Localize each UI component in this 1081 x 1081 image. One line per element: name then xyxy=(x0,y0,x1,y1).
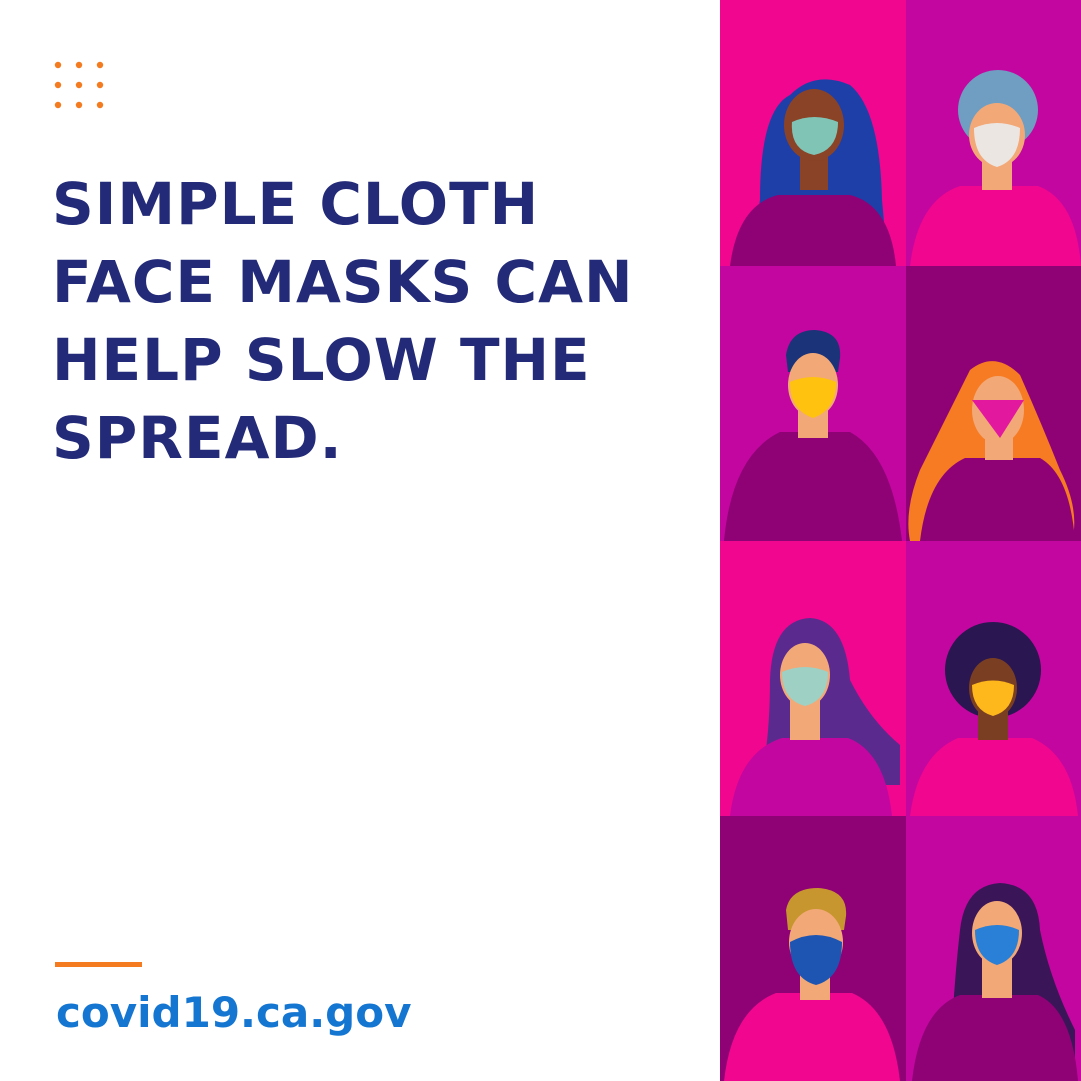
website-link[interactable]: covid19.ca.gov xyxy=(56,985,411,1041)
decorative-dot-grid-icon xyxy=(54,61,104,109)
headline-line: SPREAD. xyxy=(52,404,343,472)
headline-line: SIMPLE CLOTH xyxy=(52,170,540,238)
accent-divider xyxy=(55,962,142,967)
headline-line: FACE MASKS CAN xyxy=(52,248,634,316)
headline-line: HELP SLOW THE xyxy=(52,326,591,394)
headline: SIMPLE CLOTH FACE MASKS CAN HELP SLOW TH… xyxy=(52,165,702,477)
masked-people-illustration xyxy=(720,0,1081,1081)
